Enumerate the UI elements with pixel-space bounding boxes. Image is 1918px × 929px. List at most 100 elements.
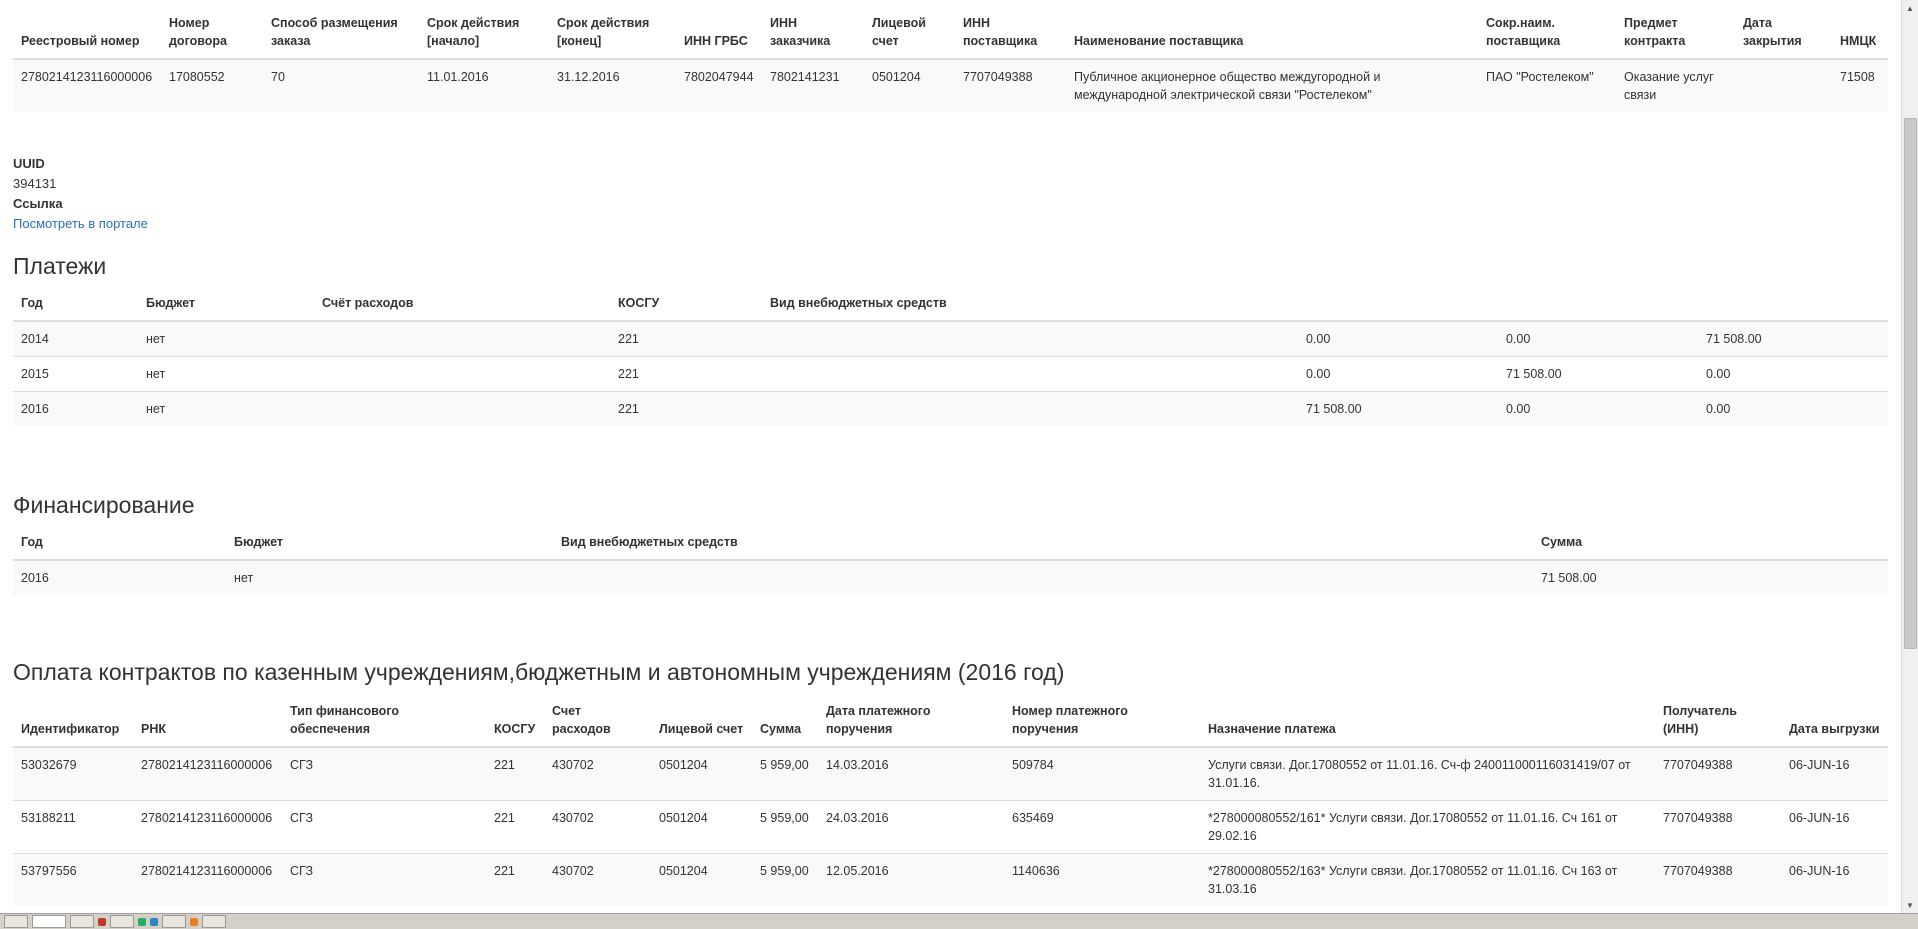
app-icon[interactable] <box>150 917 158 926</box>
col-header-kosgu[interactable]: КОСГУ <box>486 698 544 748</box>
col-header-customer-inn[interactable]: ИНН заказчика <box>762 10 864 60</box>
table-row: 53797556 2780214123116000006 СГЗ 221 430… <box>13 853 1888 906</box>
col-header-amount-3[interactable] <box>1698 290 1888 322</box>
col-header-expense-account[interactable]: Счет расходов <box>544 698 651 748</box>
cell-kosgu: 221 <box>610 320 762 357</box>
taskbar-button[interactable] <box>202 915 226 928</box>
cell-kosgu: 221 <box>610 356 762 392</box>
cell-supplier-short-name: ПАО "Ростелеком" <box>1478 58 1616 112</box>
col-header-identifier[interactable]: Идентификатор <box>13 698 133 748</box>
cell-export-date: 06-JUN-16 <box>1781 853 1888 906</box>
cell-year: 2016 <box>13 391 138 426</box>
table-row: 2016 нет 71 508.00 <box>13 559 1888 595</box>
cell-funding-type: СГЗ <box>282 800 486 854</box>
cell-year: 2015 <box>13 356 138 392</box>
col-header-extrabudget-type[interactable]: Вид внебюджетных средств <box>762 290 1298 322</box>
col-header-payment-order-number[interactable]: Номер платежного поручения <box>1004 698 1200 748</box>
taskbar-button[interactable] <box>162 915 186 928</box>
cell-payment-order-number: 635469 <box>1004 800 1200 854</box>
contract-payments-header-row: Идентификатор РНК Тип финансового обеспе… <box>13 698 1888 748</box>
cell-budget: нет <box>138 320 314 357</box>
cell-rnk: 2780214123116000006 <box>133 800 282 854</box>
col-header-extrabudget-type[interactable]: Вид внебюджетных средств <box>553 529 1533 561</box>
cell-expense-account: 430702 <box>544 853 651 906</box>
col-header-start-date[interactable]: Срок действия [начало] <box>419 10 549 60</box>
table-row: 53188211 2780214123116000006 СГЗ 221 430… <box>13 800 1888 854</box>
taskbar-button[interactable] <box>4 915 28 928</box>
cell-identifier: 53797556 <box>13 853 133 906</box>
taskbar-button[interactable] <box>110 915 134 928</box>
cell-payment-order-number: 1140636 <box>1004 853 1200 906</box>
app-icon[interactable] <box>98 917 106 926</box>
cell-expense-account <box>314 320 610 357</box>
col-header-inn-grbs[interactable]: ИНН ГРБС <box>676 10 762 60</box>
cell-budget: нет <box>226 559 553 595</box>
cell-kosgu: 221 <box>486 853 544 906</box>
col-header-account[interactable]: Лицевой счет <box>864 10 955 60</box>
col-header-payment-purpose[interactable]: Назначение платежа <box>1200 698 1655 748</box>
col-header-registry-number[interactable]: Реестровый номер <box>13 10 161 60</box>
col-header-supplier-name[interactable]: Наименование поставщика <box>1066 10 1478 60</box>
cell-kosgu: 221 <box>610 391 762 426</box>
cell-sum: 5 959,00 <box>752 746 818 801</box>
col-header-placement-method[interactable]: Способ размещения заказа <box>263 10 419 60</box>
col-header-payment-order-date[interactable]: Дата платежного поручения <box>818 698 1004 748</box>
col-header-account[interactable]: Лицевой счет <box>651 698 752 748</box>
scroll-up-arrow-icon[interactable]: ▲ <box>1903 0 1917 16</box>
contract-payments-title: Оплата контрактов по казенным учреждения… <box>13 659 1065 685</box>
cell-amount-2: 0.00 <box>1498 320 1698 357</box>
taskbar-button[interactable] <box>70 915 94 928</box>
app-icon[interactable] <box>138 917 146 926</box>
col-header-year[interactable]: Год <box>13 529 226 561</box>
cell-supplier-name: Публичное акционерное общество междугоро… <box>1066 58 1478 112</box>
col-header-sum[interactable]: Сумма <box>752 698 818 748</box>
scroll-down-arrow-icon[interactable]: ▼ <box>1903 897 1917 913</box>
cell-year: 2014 <box>13 320 138 357</box>
app-icon[interactable] <box>190 917 198 926</box>
cell-payment-purpose: *278000080552/161* Услуги связи. Дог.170… <box>1200 800 1655 854</box>
col-header-contract-subject[interactable]: Предмет контракта <box>1616 10 1735 60</box>
cell-account: 0501204 <box>651 746 752 801</box>
col-header-funding-type[interactable]: Тип финансового обеспечения <box>282 698 486 748</box>
cell-sum: 5 959,00 <box>752 800 818 854</box>
cell-sum: 5 959,00 <box>752 853 818 906</box>
cell-funding-type: СГЗ <box>282 746 486 801</box>
col-header-close-date[interactable]: Дата закрытия <box>1735 10 1832 60</box>
uuid-label: UUID <box>13 156 45 171</box>
taskbar <box>0 913 1918 929</box>
col-header-end-date[interactable]: Срок действия [конец] <box>549 10 676 60</box>
cell-close-date <box>1735 58 1832 112</box>
cell-contract-number: 17080552 <box>161 58 263 112</box>
col-header-supplier-short-name[interactable]: Сокр.наим. поставщика <box>1478 10 1616 60</box>
cell-end-date: 31.12.2016 <box>549 58 676 112</box>
col-header-kosgu[interactable]: КОСГУ <box>610 290 762 322</box>
taskbar-button-active[interactable] <box>32 915 66 928</box>
col-header-rnk[interactable]: РНК <box>133 698 282 748</box>
scrollbar-thumb[interactable] <box>1904 118 1917 649</box>
col-header-budget[interactable]: Бюджет <box>226 529 553 561</box>
cell-supplier-inn: 7707049388 <box>955 58 1066 112</box>
col-header-expense-account[interactable]: Счёт расходов <box>314 290 610 322</box>
col-header-supplier-inn[interactable]: ИНН поставщика <box>955 10 1066 60</box>
cell-account: 0501204 <box>864 58 955 112</box>
col-header-export-date[interactable]: Дата выгрузки <box>1781 698 1888 748</box>
col-header-amount-2[interactable] <box>1498 290 1698 322</box>
cell-extrabudget-type <box>762 391 1298 426</box>
col-header-nmck[interactable]: НМЦК <box>1832 10 1888 60</box>
col-header-recipient-inn[interactable]: Получатель (ИНН) <box>1655 698 1781 748</box>
cell-identifier: 53032679 <box>13 746 133 801</box>
cell-account: 0501204 <box>651 800 752 854</box>
table-row: 2015 нет 221 0.00 71 508.00 0.00 <box>13 356 1888 392</box>
view-in-portal-link[interactable]: Посмотреть в портале <box>13 216 148 231</box>
col-header-year[interactable]: Год <box>13 290 138 322</box>
cell-rnk: 2780214123116000006 <box>133 746 282 801</box>
col-header-budget[interactable]: Бюджет <box>138 290 314 322</box>
cell-amount-3: 0.00 <box>1698 391 1888 426</box>
vertical-scrollbar[interactable]: ▲ ▼ <box>1901 0 1918 913</box>
cell-export-date: 06-JUN-16 <box>1781 746 1888 801</box>
col-header-sum[interactable]: Сумма <box>1533 529 1888 561</box>
col-header-amount-1[interactable] <box>1298 290 1498 322</box>
contract-table-header-row: Реестровый номер Номер договора Способ р… <box>13 10 1888 60</box>
cell-placement-method: 70 <box>263 58 419 112</box>
col-header-contract-number[interactable]: Номер договора <box>161 10 263 60</box>
